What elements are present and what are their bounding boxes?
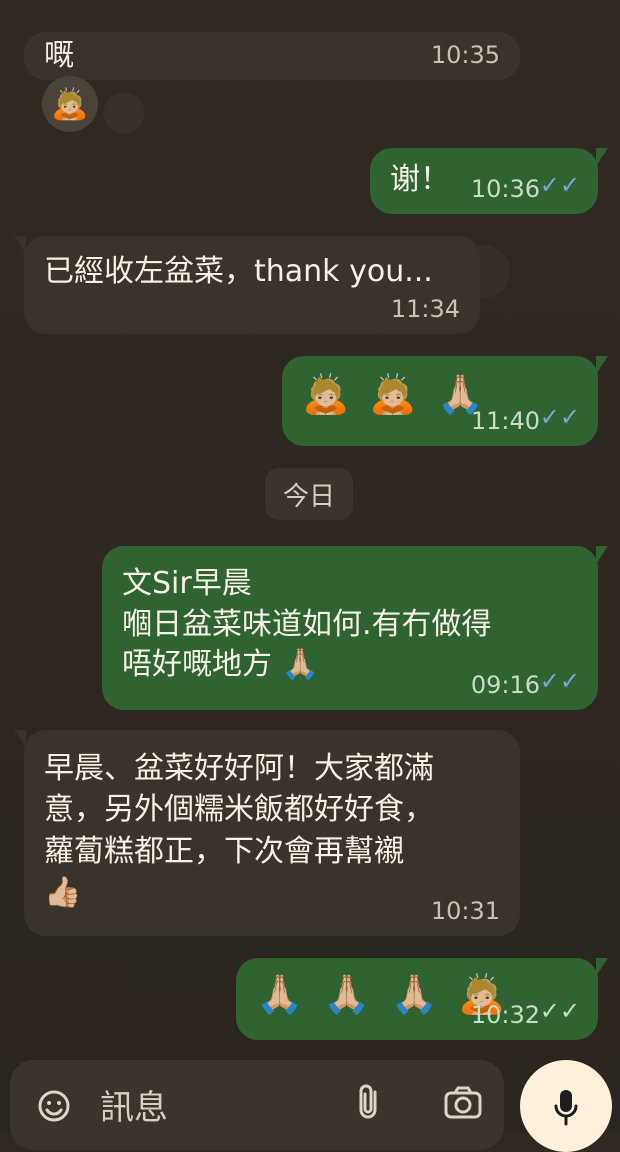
message-composer[interactable] [10,1060,504,1150]
date-separator: 今日 [265,468,353,520]
message-time: 10:31 [430,897,500,926]
outgoing-message[interactable]: 文Sir早晨 嗰日盆菜味道如何.有冇做得 唔好嘅地方 🙏🏼 09:16 ✓✓ [102,546,608,710]
outgoing-emoji-message[interactable]: 🙏🏼 🙏🏼 🙏🏼 🙇🏼 10:32 ✓✓ [236,958,608,1040]
sender-avatar[interactable]: 🙇🏼 [42,76,98,132]
outgoing-emoji-message[interactable]: 🙇🏼 🙇🏼 🙏🏼 11:40 ✓✓ [282,356,608,446]
message-time: 09:16 [470,671,540,700]
double-check-icon: ✓✓ [539,667,580,696]
message-time: 10:36 [470,175,540,204]
message-text: 文Sir早晨 嗰日盆菜味道如何.有冇做得 唔好嘅地方 🙏🏼 [122,566,492,682]
incoming-message[interactable]: 已經收左盆菜，thank you... 11:34 [14,236,480,334]
camera-icon[interactable] [442,1084,484,1122]
message-time: 10:35 [430,41,500,70]
message-time: 11:40 [470,407,540,436]
message-text: 早晨、盆菜好好阿！大家都滿 意，另外個糯米飯都好好食， 蘿蔔糕都正，下次會再幫襯… [44,751,434,911]
sticker-icon[interactable] [34,1086,74,1126]
avatar-emoji: 🙇🏼 [51,86,89,122]
message-text: 谢！ [390,162,450,197]
emoji-row: 🙇🏼 🙇🏼 🙏🏼 [302,372,489,416]
message-time: 10:32 [470,1001,540,1030]
paperclip-icon[interactable] [352,1082,386,1124]
incoming-message-partial: 嘅 10:35 [24,32,520,80]
double-check-icon: ✓✓ [539,403,580,432]
double-check-icon: ✓✓ [539,171,580,200]
outgoing-message[interactable]: 谢！ 10:36 ✓✓ [370,148,608,214]
message-text: 已經收左盆菜，thank you... [44,254,433,289]
message-time: 11:34 [390,295,460,324]
microphone-icon [548,1086,584,1128]
message-input[interactable]: 訊息 [100,1080,168,1129]
double-check-icon: ✓✓ [539,997,580,1026]
incoming-message[interactable]: 早晨、盆菜好好阿！大家都滿 意，另外個糯米飯都好好食， 蘿蔔糕都正，下次會再幫襯… [14,730,520,936]
